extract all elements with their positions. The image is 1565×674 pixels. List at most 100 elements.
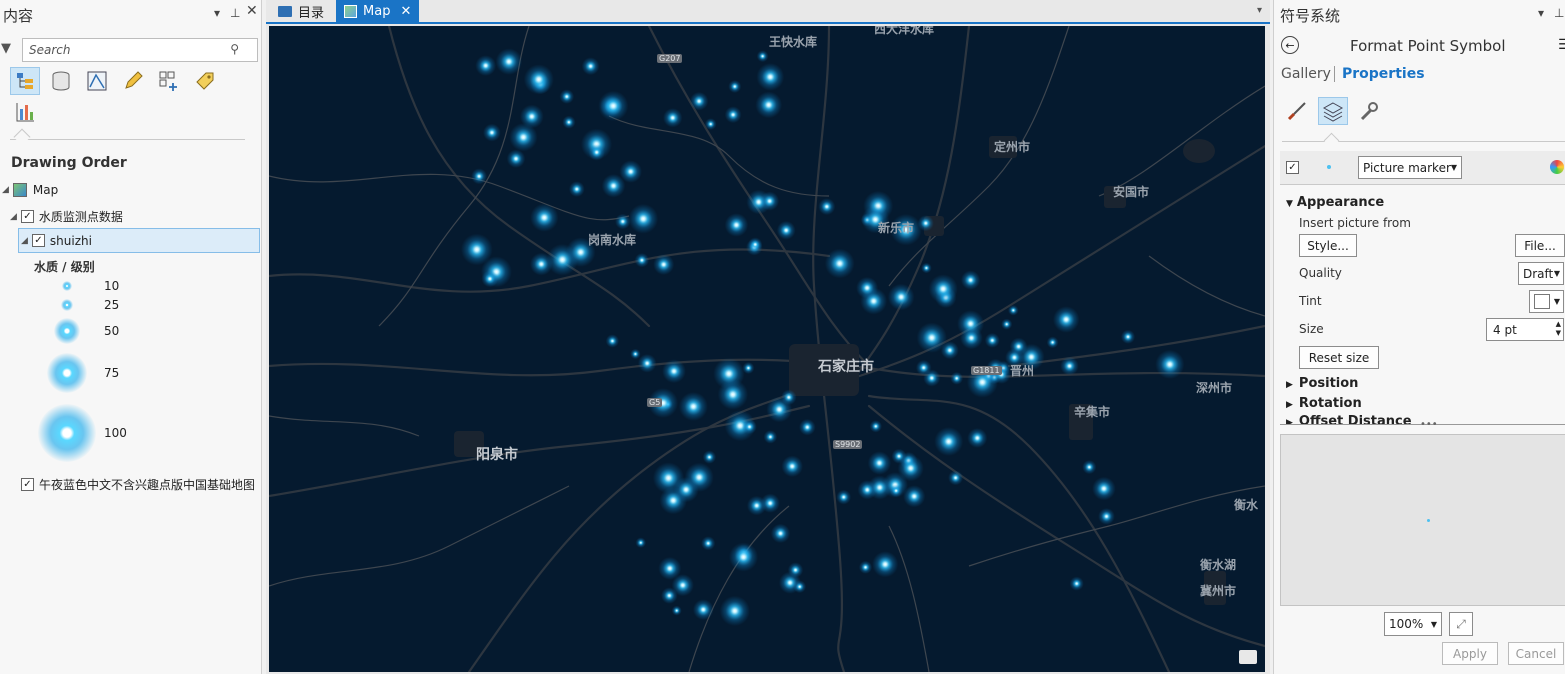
close-icon[interactable]: ✕: [246, 3, 258, 19]
basemap-checkbox[interactable]: ✓: [21, 478, 34, 491]
tab-map[interactable]: Map ✕: [336, 0, 420, 22]
monitoring-point: [760, 493, 780, 513]
reset-size-button[interactable]: Reset size: [1299, 346, 1379, 369]
expand-icon: ▶: [1286, 400, 1293, 410]
place-label-hengshuihu: 衡水湖: [1200, 558, 1237, 572]
list-by-editing-icon[interactable]: [118, 67, 148, 95]
chevron-down-icon: ▼: [1553, 297, 1560, 306]
monitoring-point: [748, 237, 763, 252]
monitoring-point: [921, 262, 932, 274]
zoom-select[interactable]: 100% ▼: [1384, 612, 1442, 636]
filter-icon[interactable]: ▼: [1, 41, 11, 56]
monitoring-point: [776, 220, 796, 240]
collapse-icon[interactable]: ◢: [21, 236, 28, 246]
monitoring-point: [475, 55, 497, 76]
close-tab-icon[interactable]: ✕: [400, 4, 411, 19]
contents-title-bar: 内容 ▾ ⊥ ✕: [0, 0, 261, 30]
color-palette-icon[interactable]: [1550, 160, 1564, 174]
symbol-layers-icon[interactable]: [1318, 97, 1348, 125]
tab-list-dropdown-icon[interactable]: ▾: [1257, 5, 1262, 16]
list-by-selection-icon[interactable]: [82, 67, 112, 95]
monitoring-point: [1060, 356, 1079, 376]
monitoring-point: [704, 118, 717, 130]
monitoring-point: [559, 89, 575, 104]
tab-catalog[interactable]: 目录: [270, 0, 332, 22]
monitoring-point: [581, 57, 600, 76]
pin-icon[interactable]: ⊥: [1554, 6, 1564, 20]
collapse-icon[interactable]: ◢: [10, 212, 17, 222]
tab-properties[interactable]: Properties: [1342, 66, 1425, 82]
tree-item-basemap[interactable]: ✓ 午夜蓝色中文不含兴趣点版中国基础地图: [21, 476, 255, 493]
place-label-gangnan: 岗南水库: [588, 233, 637, 247]
pane-menu-icon[interactable]: ▾: [214, 6, 220, 20]
position-section[interactable]: ▶ Position: [1286, 376, 1358, 391]
appearance-section[interactable]: ▼ Appearance: [1286, 195, 1384, 210]
tint-color-picker[interactable]: ▼: [1529, 290, 1564, 313]
highway-shield-g1811: G1811: [971, 366, 1002, 375]
tree-item-layer-group[interactable]: ◢ ✓ 水质监测点数据: [10, 208, 123, 225]
chevron-down-icon: ▼: [1553, 269, 1560, 278]
place-label-xinji: 辛集市: [1074, 405, 1111, 419]
shuizhi-checkbox[interactable]: ✓: [31, 234, 45, 247]
layer-type-select[interactable]: Picture marker ▼: [1358, 156, 1462, 179]
monitoring-point: [742, 419, 757, 435]
symbol-layer-checkbox[interactable]: ✓: [1286, 161, 1299, 174]
menu-icon[interactable]: ☰: [1558, 37, 1565, 53]
monitoring-point: [719, 595, 750, 627]
attribution-icon[interactable]: [1239, 650, 1257, 664]
list-by-snapping-icon[interactable]: [154, 67, 184, 95]
apply-button[interactable]: Apply: [1442, 642, 1498, 665]
zoom-to-fit-icon[interactable]: ⤢: [1449, 612, 1473, 636]
map-icon: [12, 183, 27, 197]
place-label-xidayang: 西大洋水库: [874, 26, 935, 36]
list-by-charts-icon[interactable]: [10, 98, 40, 126]
monitoring-point: [1052, 306, 1080, 333]
symbol-brush-icon[interactable]: [1282, 97, 1312, 125]
splitter-grip-icon[interactable]: •••: [1420, 419, 1438, 430]
search-placeholder: Search: [29, 43, 71, 57]
pane-menu-icon[interactable]: ▾: [1538, 6, 1544, 20]
monitoring-point: [897, 455, 924, 482]
layer-type-value: Picture marker: [1363, 160, 1451, 175]
monitoring-point: [1046, 336, 1059, 349]
monitoring-point: [509, 123, 538, 152]
list-by-source-icon[interactable]: [46, 67, 76, 95]
monitoring-point: [471, 168, 488, 185]
map-canvas[interactable]: 石家庄市 阳泉市 定州市 安国市 新乐市 深州市 辛集市 岗南水库 王快水库 西…: [269, 26, 1265, 672]
tree-item-shuizhi[interactable]: ◢ ✓ shuizhi: [18, 228, 260, 253]
legend-item: 50: [30, 318, 119, 344]
monitoring-point: [869, 420, 882, 433]
quality-label: Quality: [1299, 266, 1342, 280]
tree-item-map[interactable]: ◢ Map: [2, 183, 58, 197]
monitoring-point: [967, 428, 988, 448]
monitoring-point: [495, 48, 523, 75]
symbol-structure-icon[interactable]: [1354, 97, 1384, 125]
pin-icon[interactable]: ⊥: [230, 6, 240, 20]
monitoring-point: [781, 455, 803, 478]
search-icon[interactable]: ⚲: [230, 42, 239, 56]
back-icon[interactable]: ←: [1281, 36, 1299, 54]
search-input[interactable]: Search ⚲: [22, 38, 258, 62]
offset-section[interactable]: ▶ Offset Distance: [1286, 414, 1412, 424]
collapse-icon[interactable]: ◢: [2, 185, 9, 195]
quality-select[interactable]: Draft ▼: [1518, 262, 1564, 285]
quality-value: Draft: [1523, 266, 1554, 281]
layer-group-checkbox[interactable]: ✓: [20, 210, 34, 223]
style-button[interactable]: Style...: [1299, 234, 1357, 257]
legend-item: 25: [30, 298, 119, 312]
rotation-section[interactable]: ▶ Rotation: [1286, 396, 1362, 411]
highway-shield-s9902: S9902: [833, 440, 863, 449]
monitoring-point: [755, 91, 783, 119]
contents-pane: 内容 ▾ ⊥ ✕ ▼ Search ⚲ Drawing Order ◢ Map …: [0, 0, 262, 674]
cancel-button[interactable]: Cancel: [1508, 642, 1564, 665]
list-by-drawing-order-icon[interactable]: [10, 67, 40, 95]
tab-gallery[interactable]: Gallery: [1281, 66, 1331, 82]
file-button[interactable]: File...: [1515, 234, 1565, 257]
size-input[interactable]: 4 pt ▲ ▼: [1486, 318, 1564, 341]
legend-label: 100: [104, 426, 127, 440]
contents-title: 内容: [3, 6, 34, 25]
size-stepper[interactable]: ▲ ▼: [1556, 320, 1561, 338]
list-by-labeling-icon[interactable]: [190, 67, 220, 95]
monitoring-point: [957, 310, 985, 338]
legend-label: 75: [104, 366, 120, 380]
